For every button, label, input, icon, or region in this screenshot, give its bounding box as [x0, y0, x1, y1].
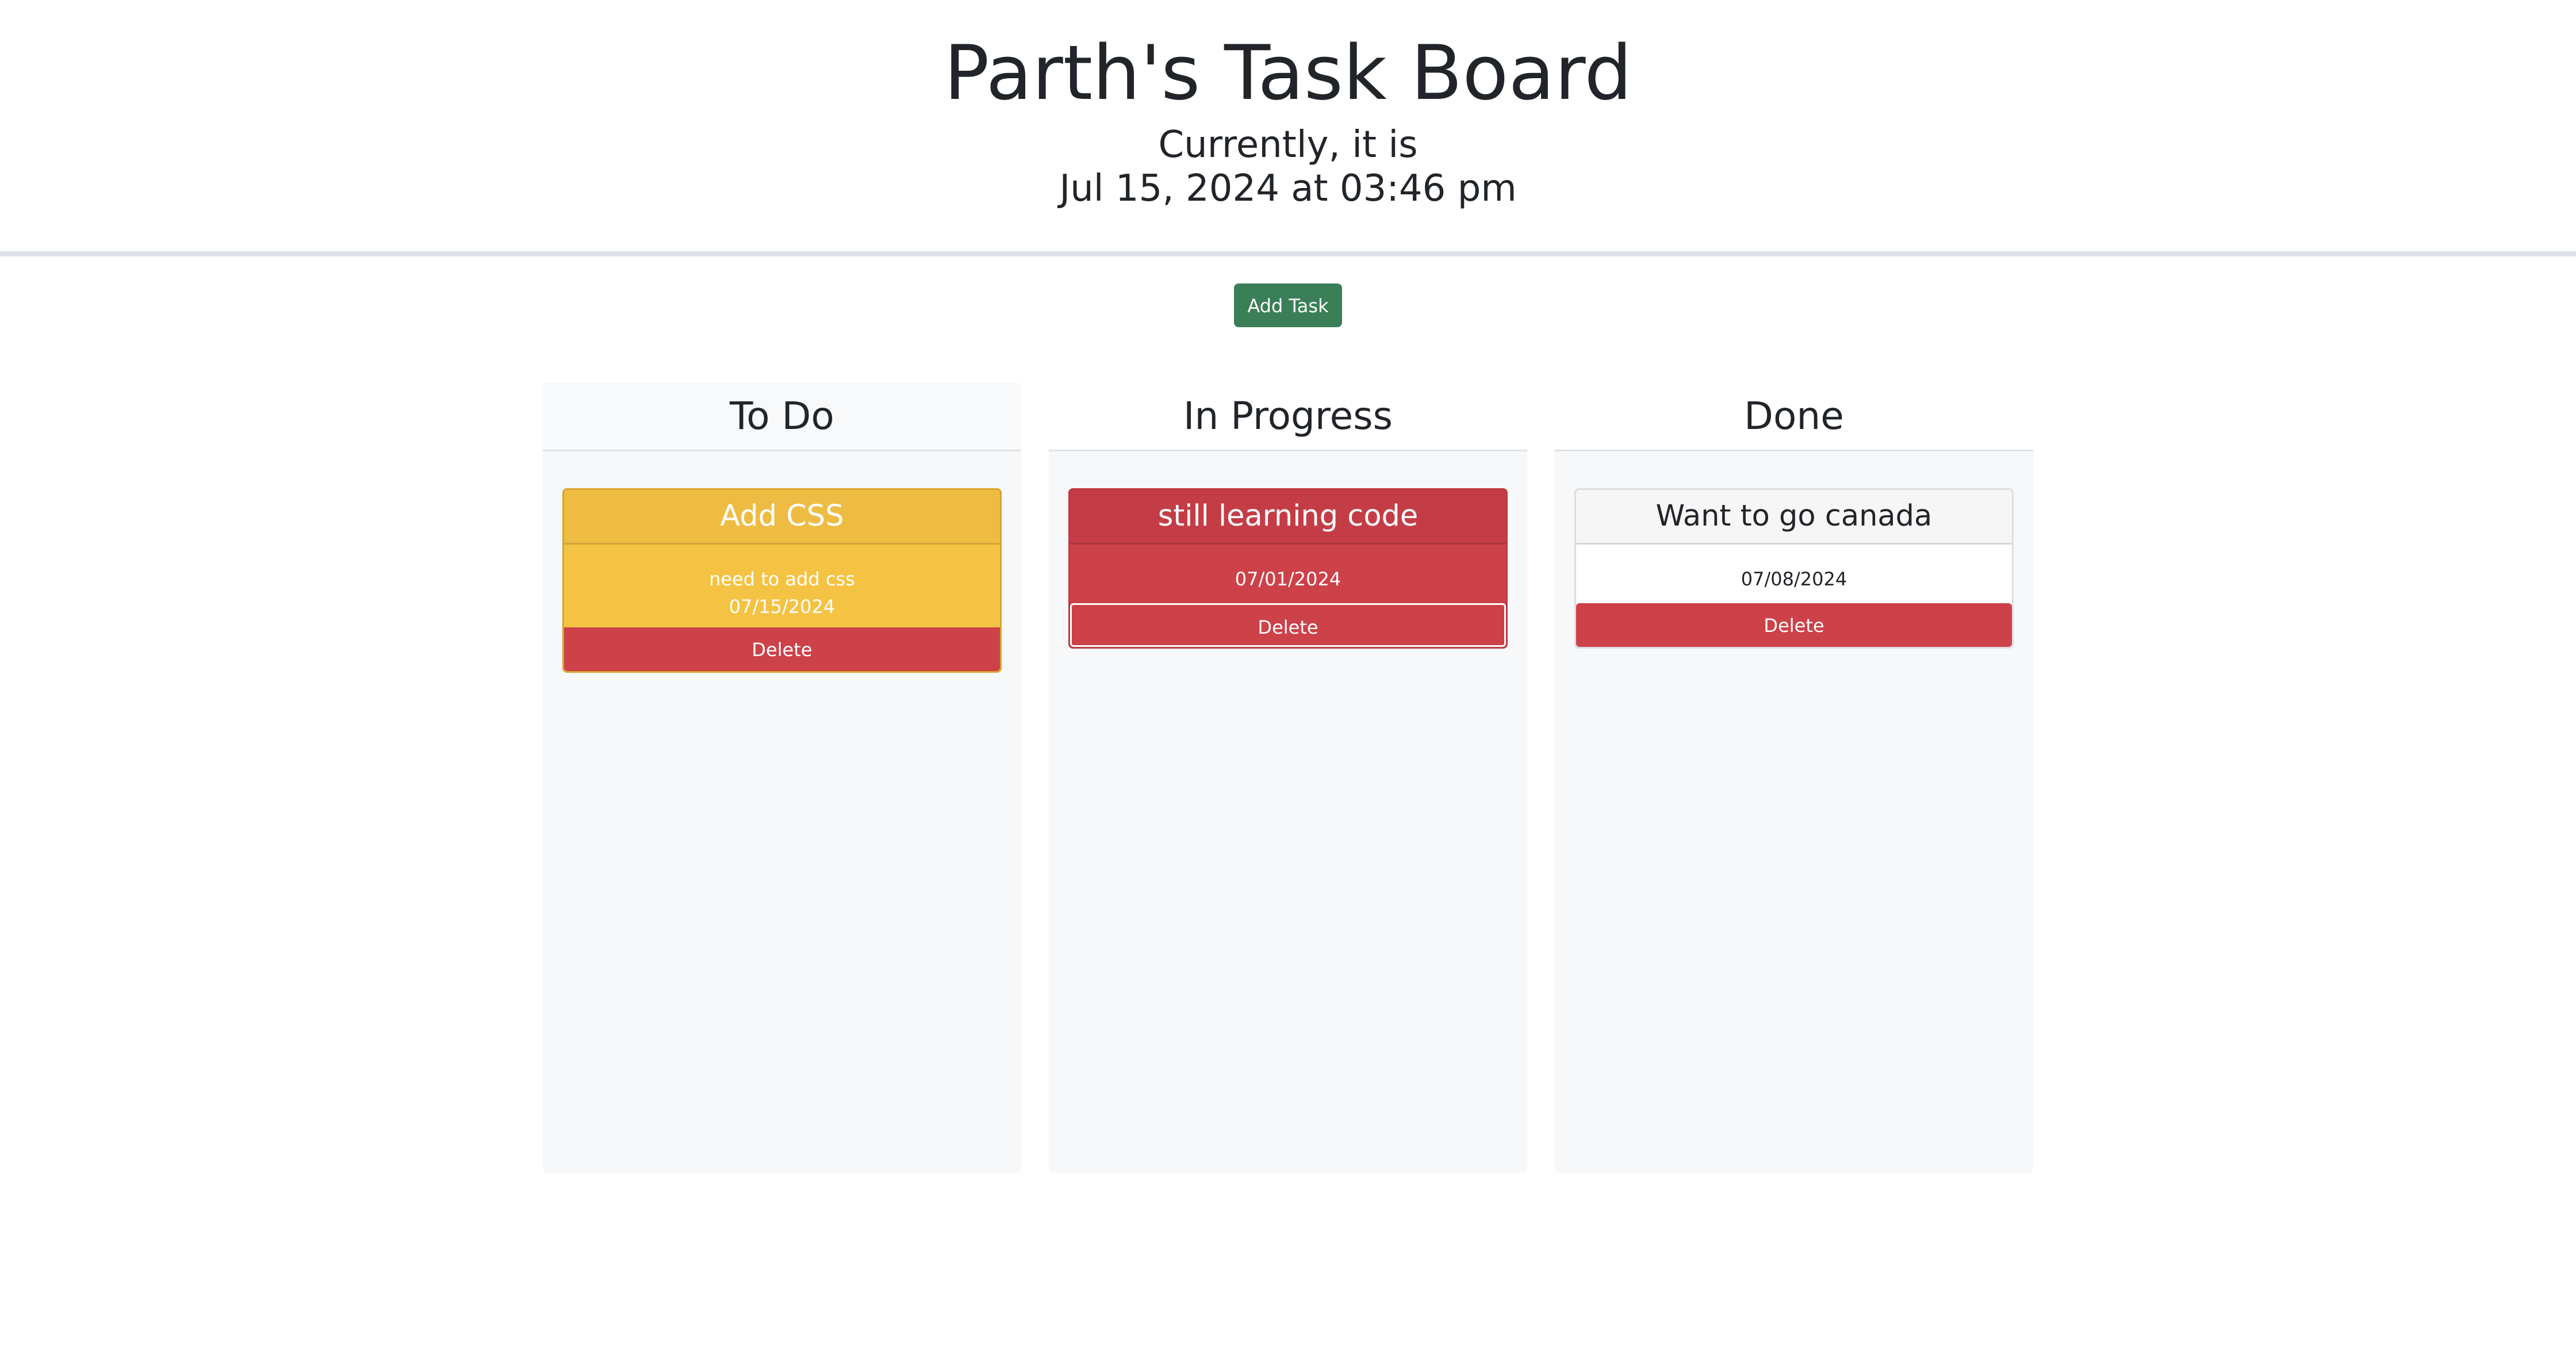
lane-in-progress[interactable]: In Progress still learning code 07/01/20…: [1049, 383, 1527, 1173]
task-card-body: 07/01/2024: [1070, 545, 1506, 603]
current-time-label: Currently, it is: [1158, 124, 1418, 166]
task-card-due-date: 07/15/2024: [729, 596, 835, 618]
add-task-button[interactable]: Add Task: [1234, 283, 1342, 327]
task-card[interactable]: still learning code 07/01/2024 Delete: [1068, 488, 1508, 649]
task-card-body: need to add css 07/15/2024: [564, 545, 1000, 627]
delete-task-button[interactable]: Delete: [564, 627, 1000, 671]
page-header: Parth's Task Board Currently, it is Jul …: [0, 0, 2576, 256]
lane-title: Done: [1555, 383, 2033, 451]
task-board-page: Parth's Task Board Currently, it is Jul …: [0, 0, 2576, 1349]
task-card-description: need to add css: [709, 568, 855, 590]
task-card[interactable]: Want to go canada 07/08/2024 Delete: [1574, 488, 2014, 649]
task-card-title: Want to go canada: [1576, 490, 2012, 545]
delete-task-button[interactable]: Delete: [1576, 603, 2012, 647]
task-card-title: still learning code: [1070, 490, 1506, 545]
delete-task-button[interactable]: Delete: [1070, 603, 1506, 647]
lane-title: In Progress: [1049, 383, 1527, 451]
lane-to-do[interactable]: To Do Add CSS need to add css 07/15/2024…: [543, 383, 1021, 1173]
lane-done[interactable]: Done Want to go canada 07/08/2024 Delete: [1555, 383, 2033, 1173]
task-card-title: Add CSS: [564, 490, 1000, 545]
task-card[interactable]: Add CSS need to add css 07/15/2024 Delet…: [562, 488, 1002, 673]
task-card-due-date: 07/01/2024: [1235, 568, 1341, 590]
current-datetime: Jul 15, 2024 at 03:46 pm: [1059, 167, 1517, 210]
lane-title: To Do: [543, 383, 1021, 451]
task-card-body: 07/08/2024: [1576, 545, 2012, 603]
task-card-due-date: 07/08/2024: [1741, 568, 1847, 590]
page-title: Parth's Task Board: [944, 29, 1632, 117]
